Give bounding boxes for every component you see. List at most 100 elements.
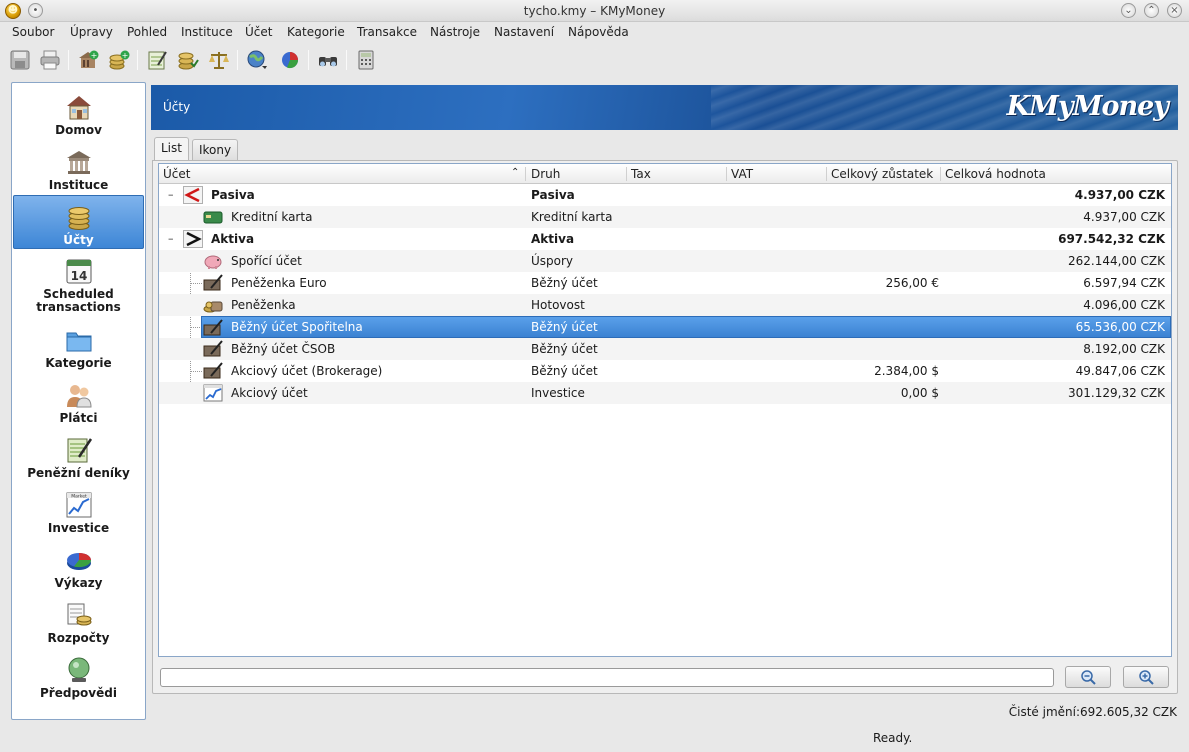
menu-nastaveni[interactable]: Nastavení — [494, 25, 554, 39]
new-account-icon[interactable]: + — [106, 47, 132, 73]
accounts-tree[interactable]: Účet ⌃ Druh Tax VAT Celkový zůstatek Cel… — [158, 163, 1172, 657]
nav-label: Plátci — [59, 411, 98, 425]
table-row[interactable]: Peněženka Euro Běžný účet 256,00 € 6.597… — [159, 272, 1171, 294]
zoom-out-button[interactable] — [1065, 666, 1111, 688]
nav-label: Předpovědi — [40, 686, 117, 700]
account-total-value: 4.937,00 CZK — [1074, 188, 1165, 202]
svg-text:+: + — [122, 51, 129, 60]
account-type: Hotovost — [531, 298, 585, 312]
nav-item-rozpocty[interactable]: Rozpočty — [13, 594, 144, 648]
nav-item-platci[interactable]: Plátci — [13, 374, 144, 428]
cash-icon — [203, 301, 223, 313]
nav-item-investice[interactable]: Market Investice — [13, 484, 144, 538]
account-type: Běžný účet — [531, 276, 598, 290]
nav-item-scheduled-transactions[interactable]: 14 Scheduled transactions — [13, 250, 144, 316]
collapse-icon[interactable]: – — [168, 232, 174, 245]
nav-item-vykazy[interactable]: Výkazy — [13, 539, 144, 593]
menu-ucet[interactable]: Účet — [245, 25, 272, 39]
nav-item-domov[interactable]: Domov — [13, 86, 144, 140]
column-header-druh[interactable]: Druh — [531, 167, 560, 181]
print-icon[interactable] — [37, 47, 63, 73]
account-name: Běžný účet Spořitelna — [231, 320, 363, 334]
nav-item-predpovedi[interactable]: Předpovědi — [13, 649, 144, 703]
menu-kategorie[interactable]: Kategorie — [287, 25, 345, 39]
collapse-icon[interactable]: – — [168, 188, 174, 201]
account-value: 301.129,32 CZK — [1068, 386, 1165, 400]
menu-pohled[interactable]: Pohled — [127, 25, 167, 39]
table-row-group[interactable]: – Pasiva Pasiva 4.937,00 CZK — [159, 184, 1171, 206]
account-name: Běžný účet ČSOB — [231, 342, 336, 356]
menu-napoveda[interactable]: Nápověda — [568, 25, 629, 39]
checkbook-icon — [203, 319, 223, 336]
account-name: Akciový účet (Brokerage) — [231, 364, 383, 378]
close-button[interactable]: × — [1167, 3, 1182, 18]
tab-ikony[interactable]: Ikony — [192, 139, 239, 160]
sort-ascending-icon: ⌃ — [511, 167, 520, 178]
piggy-bank-icon — [204, 255, 222, 269]
zoom-out-icon — [1081, 670, 1096, 685]
search-input[interactable] — [160, 668, 1054, 687]
nav-label: Účty — [63, 233, 94, 247]
minimize-button[interactable]: ⌄ — [1121, 3, 1136, 18]
nav-label: Domov — [55, 123, 102, 137]
svg-text:14: 14 — [70, 269, 87, 283]
payees-icon — [66, 385, 92, 408]
save-icon[interactable] — [7, 47, 33, 73]
scales-icon[interactable] — [206, 47, 232, 73]
kmymoney-logo: KMyMoney — [1006, 91, 1169, 122]
online-update-icon[interactable] — [244, 47, 270, 73]
account-type: Běžný účet — [531, 364, 598, 378]
calculator-icon[interactable] — [353, 47, 379, 73]
liability-arrow-icon — [183, 186, 203, 204]
account-balance: 2.384,00 $ — [874, 364, 939, 378]
market-chart-icon — [203, 384, 223, 402]
svg-text:Market: Market — [71, 494, 87, 500]
zoom-in-button[interactable] — [1123, 666, 1169, 688]
page-header-banner: Účty KMyMoney — [151, 85, 1178, 130]
reconcile-icon[interactable] — [175, 47, 201, 73]
table-row[interactable]: Akciový účet Investice 0,00 $ 301.129,32… — [159, 382, 1171, 404]
net-worth-label: Čisté jmění:692.605,32 CZK — [1008, 705, 1177, 719]
menu-nastroje[interactable]: Nástroje — [430, 25, 480, 39]
nav-item-instituce[interactable]: Instituce — [13, 141, 144, 195]
checkbook-icon — [203, 362, 223, 379]
table-row[interactable]: Peněženka Hotovost 4.096,00 CZK — [159, 294, 1171, 316]
nav-label: Investice — [47, 521, 110, 535]
menu-transakce[interactable]: Transakce — [357, 25, 417, 39]
menu-upravy[interactable]: Úpravy — [70, 25, 113, 39]
account-balance: 256,00 € — [885, 276, 939, 290]
account-total-value: 697.542,32 CZK — [1058, 232, 1165, 246]
account-value: 4.937,00 CZK — [1083, 210, 1165, 224]
column-header-vat[interactable]: VAT — [731, 167, 753, 181]
table-row[interactable]: Spořící účet Úspory 262.144,00 CZK — [159, 250, 1171, 272]
table-row[interactable]: Běžný účet ČSOB Běžný účet 8.192,00 CZK — [159, 338, 1171, 360]
new-institution-icon[interactable]: + — [75, 47, 101, 73]
nav-label: Kategorie — [45, 356, 112, 370]
account-type: Aktiva — [531, 232, 575, 246]
reports-icon[interactable] — [277, 47, 303, 73]
ledger-icon[interactable] — [144, 47, 170, 73]
account-type: Úspory — [531, 254, 574, 268]
column-header-tax[interactable]: Tax — [631, 167, 651, 181]
account-value: 8.192,00 CZK — [1083, 342, 1165, 356]
table-row-group[interactable]: – Aktiva Aktiva 697.542,32 CZK — [159, 228, 1171, 250]
column-header-value[interactable]: Celková hodnota — [945, 167, 1046, 181]
table-row-selected[interactable]: Běžný účet Spořitelna Běžný účet 65.536,… — [201, 316, 1171, 338]
nav-item-ucty[interactable]: Účty — [13, 195, 144, 249]
menu-soubor[interactable]: Soubor — [12, 25, 54, 39]
column-header-balance[interactable]: Celkový zůstatek — [831, 167, 933, 181]
table-row[interactable]: Kreditní karta Kreditní karta 4.937,00 C… — [159, 206, 1171, 228]
find-icon[interactable] — [315, 47, 341, 73]
nav-item-kategorie[interactable]: Kategorie — [13, 319, 144, 373]
nav-item-penezni-deniky[interactable]: Peněžní deníky — [13, 429, 144, 483]
tab-list[interactable]: List — [154, 137, 189, 161]
table-row[interactable]: Akciový účet (Brokerage) Běžný účet 2.38… — [159, 360, 1171, 382]
account-name: Pasiva — [211, 188, 255, 202]
column-header-ucet[interactable]: Účet — [163, 167, 190, 181]
credit-card-icon — [203, 211, 223, 224]
title-bar: ☻ • tycho.kmy – KMyMoney ⌄ ⌃ × — [0, 0, 1189, 22]
menu-instituce[interactable]: Instituce — [181, 25, 233, 39]
account-name: Peněženka Euro — [231, 276, 327, 290]
maximize-button[interactable]: ⌃ — [1144, 3, 1159, 18]
accounts-icon — [68, 207, 89, 230]
